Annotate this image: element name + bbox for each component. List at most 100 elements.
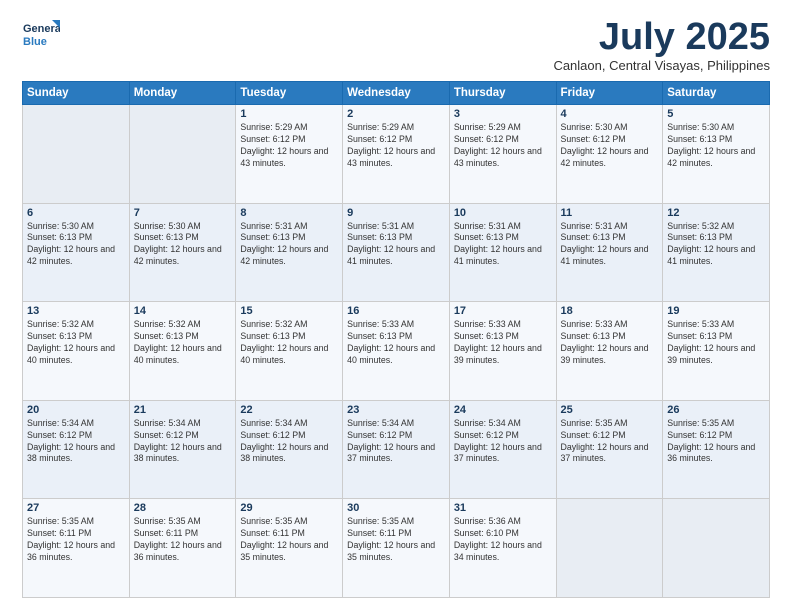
calendar-cell: 1 Sunrise: 5:29 AMSunset: 6:12 PMDaylight… <box>236 105 343 204</box>
day-info: Sunrise: 5:33 AMSunset: 6:13 PMDaylight:… <box>347 319 445 367</box>
day-info: Sunrise: 5:32 AMSunset: 6:13 PMDaylight:… <box>27 319 125 367</box>
day-number: 20 <box>27 404 125 416</box>
day-info: Sunrise: 5:35 AMSunset: 6:11 PMDaylight:… <box>347 516 445 564</box>
calendar-week-row: 6 Sunrise: 5:30 AMSunset: 6:13 PMDaylight… <box>23 203 770 302</box>
day-number: 12 <box>667 207 765 219</box>
calendar-cell: 28 Sunrise: 5:35 AMSunset: 6:11 PMDayligh… <box>129 499 236 598</box>
day-info: Sunrise: 5:30 AMSunset: 6:12 PMDaylight:… <box>561 122 659 170</box>
day-info: Sunrise: 5:31 AMSunset: 6:13 PMDaylight:… <box>240 221 338 269</box>
day-info: Sunrise: 5:32 AMSunset: 6:13 PMDaylight:… <box>134 319 232 367</box>
day-info: Sunrise: 5:29 AMSunset: 6:12 PMDaylight:… <box>347 122 445 170</box>
calendar-cell <box>129 105 236 204</box>
calendar-cell: 7Sunrise: 5:30 AMSunset: 6:13 PMDaylight… <box>129 203 236 302</box>
day-info: Sunrise: 5:35 AMSunset: 6:11 PMDaylight:… <box>27 516 125 564</box>
calendar-cell: 9 Sunrise: 5:31 AMSunset: 6:13 PMDaylight… <box>343 203 450 302</box>
calendar-cell: 11 Sunrise: 5:31 AMSunset: 6:13 PMDayligh… <box>556 203 663 302</box>
calendar-cell: 4Sunrise: 5:30 AMSunset: 6:12 PMDaylight… <box>556 105 663 204</box>
day-info: Sunrise: 5:35 AMSunset: 6:12 PMDaylight:… <box>667 418 765 466</box>
day-info: Sunrise: 5:29 AMSunset: 6:12 PMDaylight:… <box>240 122 338 170</box>
calendar-cell: 13 Sunrise: 5:32 AMSunset: 6:13 PMDayligh… <box>23 302 130 401</box>
day-info: Sunrise: 5:34 AMSunset: 6:12 PMDaylight:… <box>240 418 338 466</box>
day-number: 15 <box>240 305 338 317</box>
day-number: 27 <box>27 502 125 514</box>
calendar-cell: 31 Sunrise: 5:36 AMSunset: 6:10 PMDayligh… <box>449 499 556 598</box>
calendar-cell: 14 Sunrise: 5:32 AMSunset: 6:13 PMDayligh… <box>129 302 236 401</box>
title-area: July 2025 Canlaon, Central Visayas, Phil… <box>553 18 770 73</box>
calendar-cell: 23 Sunrise: 5:34 AMSunset: 6:12 PMDayligh… <box>343 400 450 499</box>
svg-text:General: General <box>23 23 60 35</box>
calendar-cell: 8 Sunrise: 5:31 AMSunset: 6:13 PMDaylight… <box>236 203 343 302</box>
calendar-cell <box>23 105 130 204</box>
calendar-cell: 5 Sunrise: 5:30 AMSunset: 6:13 PMDaylight… <box>663 105 770 204</box>
day-number: 21 <box>134 404 232 416</box>
weekday-header: Thursday <box>449 82 556 105</box>
day-number: 24 <box>454 404 552 416</box>
day-info: Sunrise: 5:35 AMSunset: 6:11 PMDaylight:… <box>240 516 338 564</box>
day-number: 23 <box>347 404 445 416</box>
calendar-cell: 26Sunrise: 5:35 AMSunset: 6:12 PMDayligh… <box>663 400 770 499</box>
day-number: 19 <box>667 305 765 317</box>
day-number: 31 <box>454 502 552 514</box>
day-number: 2 <box>347 108 445 120</box>
calendar-cell: 16 Sunrise: 5:33 AMSunset: 6:13 PMDayligh… <box>343 302 450 401</box>
day-info: Sunrise: 5:34 AMSunset: 6:12 PMDaylight:… <box>347 418 445 466</box>
day-info: Sunrise: 5:35 AMSunset: 6:11 PMDaylight:… <box>134 516 232 564</box>
day-number: 16 <box>347 305 445 317</box>
calendar-cell <box>663 499 770 598</box>
month-title: July 2025 <box>553 18 770 56</box>
calendar-cell: 20 Sunrise: 5:34 AMSunset: 6:12 PMDayligh… <box>23 400 130 499</box>
day-number: 11 <box>561 207 659 219</box>
day-number: 30 <box>347 502 445 514</box>
day-number: 10 <box>454 207 552 219</box>
day-info: Sunrise: 5:32 AMSunset: 6:13 PMDaylight:… <box>667 221 765 269</box>
calendar-cell: 25Sunrise: 5:35 AMSunset: 6:12 PMDayligh… <box>556 400 663 499</box>
weekday-header: Friday <box>556 82 663 105</box>
day-number: 5 <box>667 108 765 120</box>
day-info: Sunrise: 5:33 AMSunset: 6:13 PMDaylight:… <box>667 319 765 367</box>
day-info: Sunrise: 5:31 AMSunset: 6:13 PMDaylight:… <box>454 221 552 269</box>
calendar-week-row: 20 Sunrise: 5:34 AMSunset: 6:12 PMDayligh… <box>23 400 770 499</box>
day-number: 29 <box>240 502 338 514</box>
day-number: 14 <box>134 305 232 317</box>
day-info: Sunrise: 5:31 AMSunset: 6:13 PMDaylight:… <box>347 221 445 269</box>
day-number: 8 <box>240 207 338 219</box>
weekday-header: Saturday <box>663 82 770 105</box>
day-info: Sunrise: 5:31 AMSunset: 6:13 PMDaylight:… <box>561 221 659 269</box>
calendar-cell: 3Sunrise: 5:29 AMSunset: 6:12 PMDaylight… <box>449 105 556 204</box>
day-info: Sunrise: 5:30 AMSunset: 6:13 PMDaylight:… <box>27 221 125 269</box>
day-number: 13 <box>27 305 125 317</box>
calendar-cell: 29 Sunrise: 5:35 AMSunset: 6:11 PMDayligh… <box>236 499 343 598</box>
day-number: 1 <box>240 108 338 120</box>
day-number: 25 <box>561 404 659 416</box>
calendar: SundayMondayTuesdayWednesdayThursdayFrid… <box>22 81 770 598</box>
calendar-cell: 2 Sunrise: 5:29 AMSunset: 6:12 PMDaylight… <box>343 105 450 204</box>
calendar-cell: 15 Sunrise: 5:32 AMSunset: 6:13 PMDayligh… <box>236 302 343 401</box>
weekday-header: Sunday <box>23 82 130 105</box>
calendar-header: SundayMondayTuesdayWednesdayThursdayFrid… <box>23 82 770 105</box>
calendar-cell: 18Sunrise: 5:33 AMSunset: 6:13 PMDayligh… <box>556 302 663 401</box>
day-info: Sunrise: 5:34 AMSunset: 6:12 PMDaylight:… <box>454 418 552 466</box>
day-info: Sunrise: 5:34 AMSunset: 6:12 PMDaylight:… <box>134 418 232 466</box>
weekday-header: Monday <box>129 82 236 105</box>
calendar-cell: 12 Sunrise: 5:32 AMSunset: 6:13 PMDayligh… <box>663 203 770 302</box>
weekday-row: SundayMondayTuesdayWednesdayThursdayFrid… <box>23 82 770 105</box>
calendar-cell: 24 Sunrise: 5:34 AMSunset: 6:12 PMDayligh… <box>449 400 556 499</box>
svg-text:Blue: Blue <box>23 36 47 48</box>
day-info: Sunrise: 5:34 AMSunset: 6:12 PMDaylight:… <box>27 418 125 466</box>
day-info: Sunrise: 5:33 AMSunset: 6:13 PMDaylight:… <box>561 319 659 367</box>
calendar-body: 1 Sunrise: 5:29 AMSunset: 6:12 PMDaylight… <box>23 105 770 598</box>
page: General Blue July 2025 Canlaon, Central … <box>0 0 792 612</box>
calendar-cell: 6 Sunrise: 5:30 AMSunset: 6:13 PMDaylight… <box>23 203 130 302</box>
day-number: 9 <box>347 207 445 219</box>
day-info: Sunrise: 5:29 AMSunset: 6:12 PMDaylight:… <box>454 122 552 170</box>
day-number: 6 <box>27 207 125 219</box>
day-info: Sunrise: 5:32 AMSunset: 6:13 PMDaylight:… <box>240 319 338 367</box>
day-number: 7 <box>134 207 232 219</box>
day-number: 28 <box>134 502 232 514</box>
day-info: Sunrise: 5:36 AMSunset: 6:10 PMDaylight:… <box>454 516 552 564</box>
day-info: Sunrise: 5:33 AMSunset: 6:13 PMDaylight:… <box>454 319 552 367</box>
header: General Blue July 2025 Canlaon, Central … <box>22 18 770 73</box>
day-info: Sunrise: 5:30 AMSunset: 6:13 PMDaylight:… <box>667 122 765 170</box>
calendar-cell: 10 Sunrise: 5:31 AMSunset: 6:13 PMDayligh… <box>449 203 556 302</box>
calendar-week-row: 1 Sunrise: 5:29 AMSunset: 6:12 PMDaylight… <box>23 105 770 204</box>
